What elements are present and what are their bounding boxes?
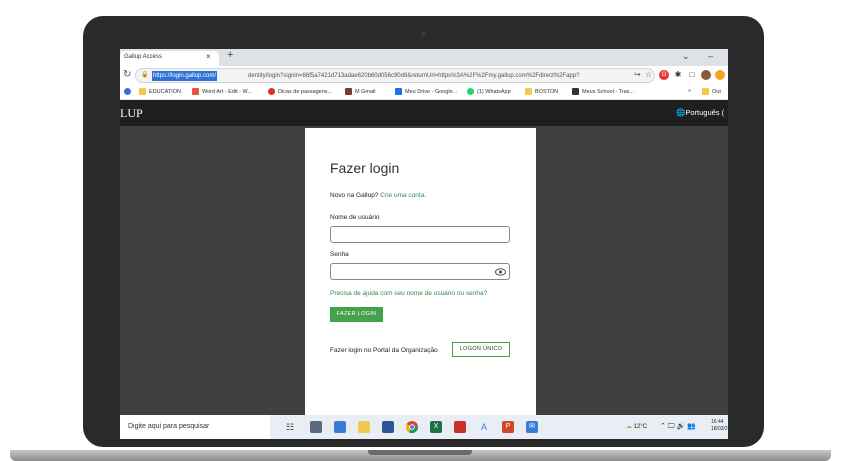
browser-tabstrip: Gallup Access × + ⌄ –: [120, 49, 728, 66]
google-drive-icon: [395, 88, 402, 95]
folder-icon: [525, 88, 532, 95]
system-clock[interactable]: 16:44 18/03/2: [711, 419, 728, 433]
username-input[interactable]: [330, 226, 510, 243]
opera-extension-icon[interactable]: O: [659, 70, 669, 80]
profile-update-icon[interactable]: [715, 70, 725, 80]
screen: Gallup Access × + ⌄ – ↻ 🔒 https://login.…: [120, 49, 728, 439]
site-header: LUP 🌐Português (: [120, 100, 728, 126]
calculator-icon[interactable]: [310, 421, 322, 433]
weather-icon: ☁: [626, 424, 632, 430]
file-explorer-icon[interactable]: [358, 421, 370, 433]
files-icon[interactable]: [334, 421, 346, 433]
profile-avatar-icon[interactable]: [701, 70, 711, 80]
outlook-icon[interactable]: [382, 421, 394, 433]
weather-widget[interactable]: ☁ 12°C: [626, 423, 647, 430]
sidebar-icon[interactable]: □: [687, 70, 697, 80]
username-label: Nome de usuário: [330, 214, 380, 221]
new-tab-icon[interactable]: +: [227, 49, 233, 61]
tray-icons[interactable]: ⌃ 🖵 🔊 👥: [660, 422, 696, 431]
help-link[interactable]: Precisa de ajuda com seu nome de usuário…: [330, 290, 487, 297]
laptop-notch: [368, 450, 472, 455]
reload-icon[interactable]: ↻: [123, 69, 131, 80]
bookmark-item[interactable]: BOSTON: [525, 88, 558, 95]
signup-link[interactable]: Crie uma conta.: [380, 192, 426, 199]
bookmark-star-icon[interactable]: ☆: [645, 70, 652, 79]
login-card: Fazer login Novo na Gallup? Crie uma con…: [305, 128, 536, 415]
site-icon: [268, 88, 275, 95]
bookmark-item[interactable]: Meu Drive - Google...: [395, 88, 457, 95]
browser-tab[interactable]: Gallup Access ×: [120, 51, 219, 66]
login-button[interactable]: FAZER LOGIN: [330, 307, 383, 322]
acrobat-icon[interactable]: A: [478, 421, 490, 433]
chrome-logo-icon: [405, 421, 418, 434]
bookmark-item[interactable]: Word Art - Edit - W...: [192, 88, 252, 95]
sso-button[interactable]: LOGON ÚNICO: [452, 342, 510, 357]
show-password-eye-icon[interactable]: [495, 268, 506, 276]
mail-icon[interactable]: ✉: [526, 421, 538, 433]
folder-icon: [139, 88, 146, 95]
clock-time: 16:44: [711, 419, 724, 425]
bookmarks-bar: EDUCATION Word Art - Edit - W... Dicas d…: [120, 85, 728, 100]
search-input[interactable]: Digite aqui para pesquisar: [128, 423, 209, 430]
browser-toolbar: ↻ 🔒 https://login.gallup.com/ dentity/lo…: [120, 66, 728, 85]
signup-prompt: Novo na Gallup? Crie uma conta.: [330, 192, 427, 199]
brand-logo[interactable]: LUP: [120, 106, 143, 121]
page-title: Fazer login: [330, 160, 400, 176]
clock-date: 18/03/2: [711, 426, 728, 432]
org-login-text: Fazer login no Portal da Organização: [330, 347, 438, 354]
address-bar[interactable]: 🔒 https://login.gallup.com/ dentity/logi…: [135, 68, 655, 83]
minimize-icon[interactable]: –: [708, 51, 713, 61]
bookmark-item[interactable]: EDUCATION: [139, 88, 181, 95]
powerpoint-icon[interactable]: P: [502, 421, 514, 433]
taskbar: Digite aqui para pesquisar ☷ X A P ✉ ☁ 1…: [120, 415, 728, 439]
bookmark-item[interactable]: (1) WhatsApp: [467, 88, 511, 95]
globe-icon: 🌐: [676, 108, 686, 117]
word-art-icon: [192, 88, 199, 95]
bookmark-item[interactable]: Dicas de passagens...: [268, 88, 332, 95]
site-icon: [345, 88, 352, 95]
bookmark-item[interactable]: Out: [702, 88, 721, 95]
password-input[interactable]: [330, 263, 510, 280]
apps-icon[interactable]: [124, 88, 131, 95]
whatsapp-icon: [467, 88, 474, 95]
url-highlighted: https://login.gallup.com/: [152, 71, 218, 81]
pdf-reader-icon[interactable]: [454, 421, 466, 433]
bookmark-item[interactable]: M Gmail: [345, 88, 375, 95]
bookmark-item[interactable]: Meus School - Tras...: [572, 88, 634, 95]
lock-icon: 🔒: [141, 72, 149, 78]
extensions-puzzle-icon[interactable]: ✱: [673, 70, 683, 80]
chrome-icon[interactable]: [405, 421, 418, 434]
task-view-icon[interactable]: ☷: [284, 421, 296, 433]
share-icon[interactable]: ↪: [634, 70, 641, 79]
bookmark-overflow[interactable]: »: [688, 88, 691, 94]
taskbar-search[interactable]: Digite aqui para pesquisar: [120, 415, 270, 439]
tab-close-icon[interactable]: ×: [206, 52, 211, 61]
site-icon: [572, 88, 579, 95]
webcam: [421, 31, 426, 36]
excel-icon[interactable]: X: [430, 421, 442, 433]
password-label: Senha: [330, 251, 349, 258]
tab-search-icon[interactable]: ⌄: [682, 51, 690, 62]
url-text: dentity/login?signin=86f5a7421d713adae62…: [248, 73, 580, 79]
tab-title: Gallup Access: [124, 54, 163, 60]
folder-icon: [702, 88, 709, 95]
language-selector[interactable]: 🌐Português (: [676, 108, 724, 117]
